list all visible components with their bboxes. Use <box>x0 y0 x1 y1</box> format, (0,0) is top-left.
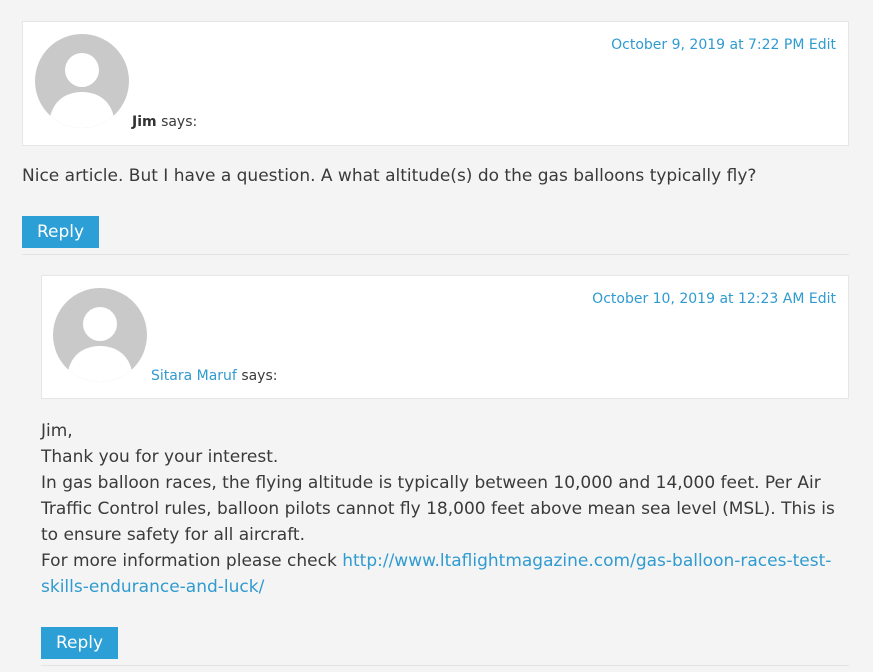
comment-meta-jim: October 9, 2019 at 7:22 PM Edit Jim says… <box>22 21 849 146</box>
comment-text-prefix: For more information please check <box>41 551 337 571</box>
reply-button[interactable]: Reply <box>22 216 100 248</box>
comment-text-line: In gas balloon races, the flying altitud… <box>41 473 835 545</box>
author-line: Jim says: <box>132 114 197 130</box>
reply-button[interactable]: Reply <box>41 627 119 659</box>
edit-link[interactable]: Edit <box>809 37 836 53</box>
says-label: says: <box>241 368 278 384</box>
avatar-icon <box>35 34 129 128</box>
comment-text: Nice article. But I have a question. A w… <box>22 166 757 186</box>
edit-link[interactable]: Edit <box>809 291 836 307</box>
author-line: Sitara Maruf says: <box>151 368 277 384</box>
avatar-icon <box>53 288 147 382</box>
author-name: Jim <box>132 114 157 130</box>
comment-text-line: Thank you for your interest. <box>41 447 279 467</box>
comment-date-line: October 10, 2019 at 12:23 AM Edit <box>592 291 836 307</box>
comment-meta-sitara: October 10, 2019 at 12:23 AM Edit Sitara… <box>41 275 849 399</box>
comment-date-line: October 9, 2019 at 7:22 PM Edit <box>611 37 836 53</box>
comment-text-line: For more information please check http:/… <box>41 548 849 600</box>
comment-divider <box>22 254 849 255</box>
author-name-link[interactable]: Sitara Maruf <box>151 368 237 384</box>
comment-text-line: Jim, <box>41 421 73 441</box>
says-label: says: <box>161 114 198 130</box>
comment-body: Nice article. But I have a question. A w… <box>22 163 849 189</box>
comment-date-link[interactable]: October 10, 2019 at 12:23 AM <box>592 291 804 307</box>
comment-divider <box>41 665 849 666</box>
comment-date-link[interactable]: October 9, 2019 at 7:22 PM <box>611 37 804 53</box>
comment-body: Jim, Thank you for your interest. In gas… <box>41 418 849 600</box>
